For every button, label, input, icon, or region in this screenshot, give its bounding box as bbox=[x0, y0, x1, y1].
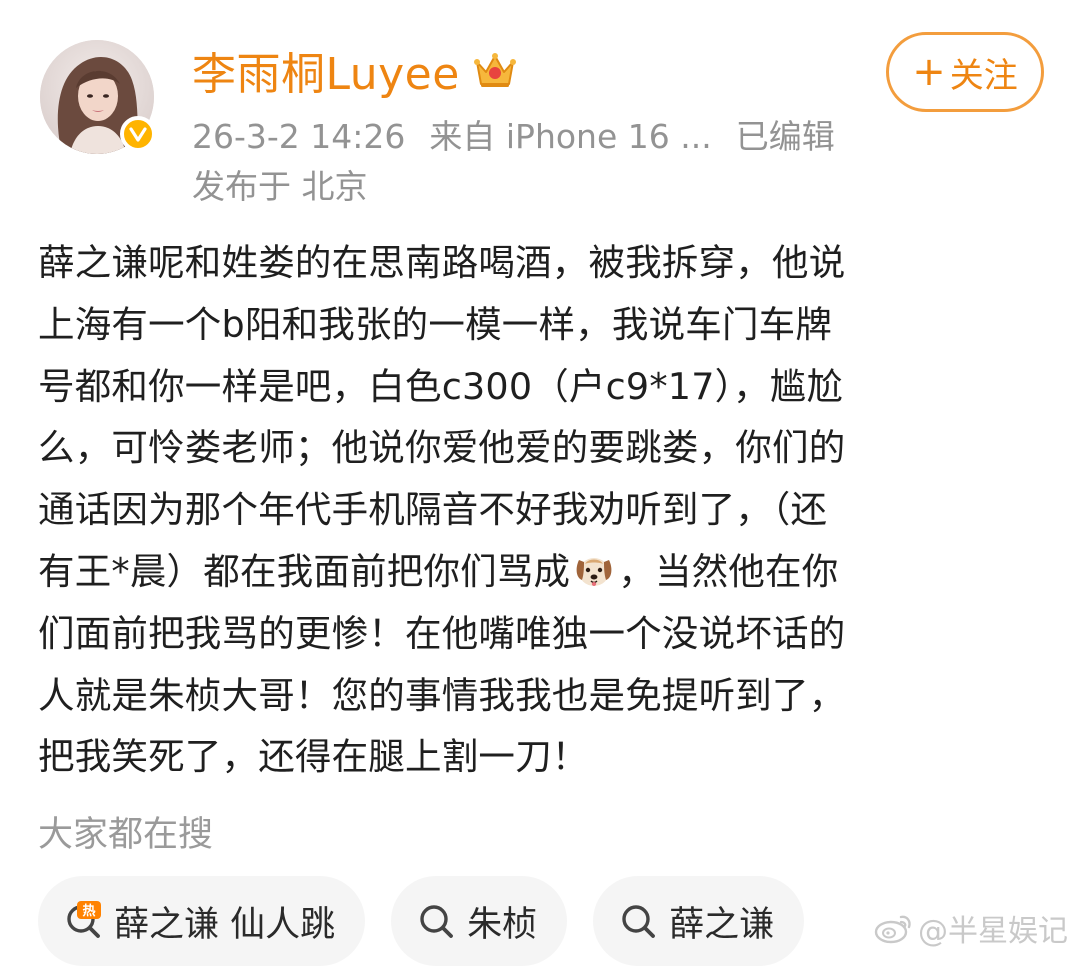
search-icon bbox=[622, 905, 656, 938]
post-line: 号都和你一样是吧，白色c300（户c9*17），尴尬 bbox=[38, 364, 844, 408]
weibo-logo-icon bbox=[874, 915, 911, 944]
post-location: 发布于 北京 bbox=[192, 167, 368, 206]
follow-button[interactable]: + 关注 bbox=[886, 32, 1044, 112]
crown-icon bbox=[473, 53, 516, 87]
trending-chips: 热 薛之谦 仙人跳 朱桢 薛之谦 bbox=[38, 876, 805, 966]
post-line: 上海有一个b阳和我张的一模一样，我说车门车牌 bbox=[38, 302, 833, 346]
edited-label[interactable]: 已编辑 bbox=[736, 117, 835, 156]
post-line-part: 有王*晨）都在我面前把你们骂成 bbox=[38, 549, 571, 593]
post-line-part: ，当然他在你 bbox=[618, 549, 839, 593]
chip-label: 薛之谦 bbox=[669, 904, 775, 945]
post-line: 们面前把我骂的更惨！在他嘴唯独一个没说坏话的 bbox=[38, 611, 846, 655]
svg-text:热: 热 bbox=[82, 903, 95, 919]
post-meta: 26-3-2 14:26 来自 iPhone 16 ... 已编辑 bbox=[192, 110, 835, 158]
post-line: 薛之谦呢和姓娄的在思南路喝酒，被我拆穿，他说 bbox=[38, 241, 846, 284]
post-line: 人就是朱桢大哥！您的事情我我也是免提听到了， bbox=[38, 673, 846, 717]
post-content: 薛之谦呢和姓娄的在思南路喝酒，被我拆穿，他说 上海有一个b阳和我张的一模一样，我… bbox=[38, 232, 1040, 788]
username[interactable]: 李雨桐Luyee bbox=[192, 38, 460, 102]
trending-chip[interactable]: 薛之谦 bbox=[593, 876, 805, 966]
post-source: 来自 iPhone 16 ... bbox=[429, 117, 712, 156]
watermark: @半星娱记 bbox=[874, 906, 1068, 950]
post-line: 么，可怜娄老师；他说你爱他爱的要跳娄，你们的 bbox=[38, 426, 846, 470]
hot-search-icon: 热 bbox=[67, 901, 101, 938]
post-line-with-emoji: 有王*晨）都在我面前把你们骂成 ，当然他在你 bbox=[38, 541, 1040, 603]
chip-label: 朱桢 bbox=[467, 904, 538, 945]
avatar[interactable] bbox=[40, 40, 156, 154]
post-line: 把我笑死了，还得在腿上割一刀！ bbox=[38, 735, 589, 779]
trending-chip[interactable]: 热 薛之谦 仙人跳 bbox=[38, 876, 366, 966]
post-line: 通话因为那个年代手机隔音不好我劝听到了，（还 bbox=[38, 488, 828, 532]
trending-chip[interactable]: 朱桢 bbox=[391, 876, 568, 966]
trending-title: 大家都在搜 bbox=[38, 815, 214, 855]
follow-label: 关注 bbox=[949, 55, 1018, 96]
username-row: 李雨桐Luyee bbox=[192, 38, 518, 102]
verified-badge-icon bbox=[120, 116, 156, 152]
dog-emoji-icon bbox=[576, 557, 612, 586]
plus-icon: + bbox=[912, 49, 946, 95]
post-time: 26-3-2 14:26 bbox=[192, 117, 406, 156]
watermark-text: @半星娱记 bbox=[918, 914, 1068, 949]
search-icon bbox=[420, 905, 454, 938]
chip-label: 薛之谦 仙人跳 bbox=[114, 904, 336, 945]
